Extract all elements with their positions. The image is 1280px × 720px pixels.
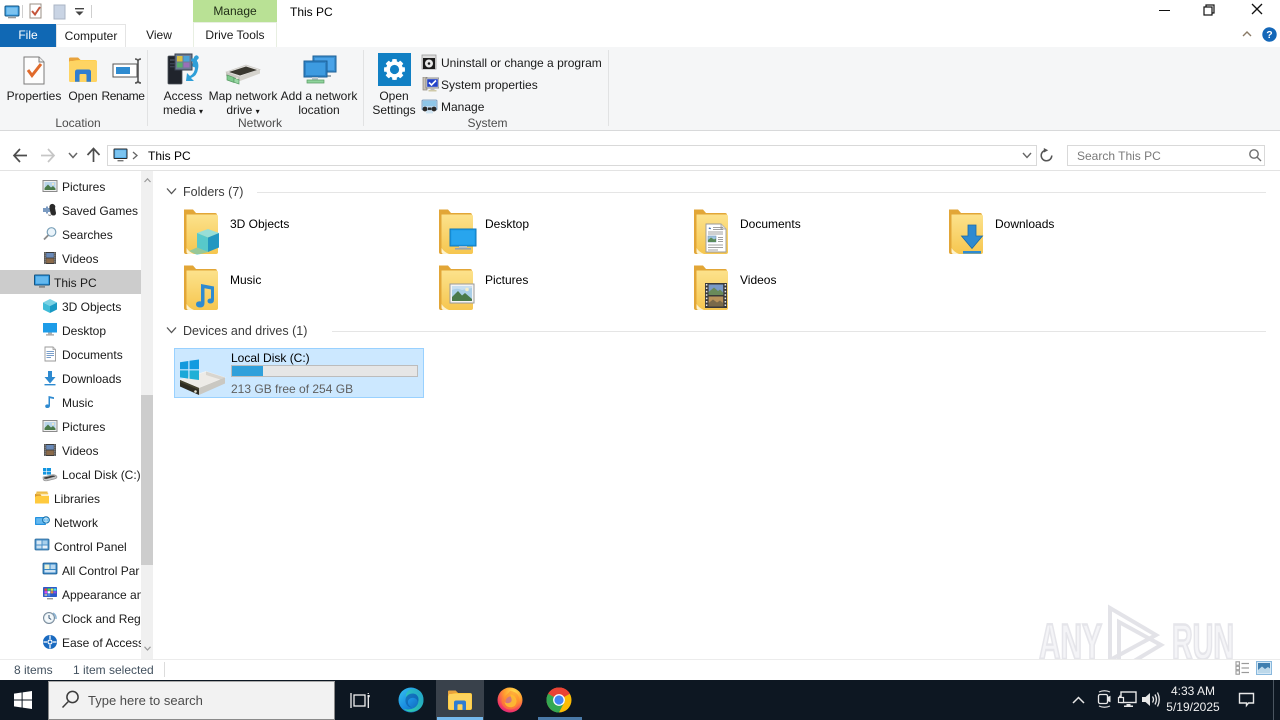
svg-text:?: ? [1266, 29, 1272, 41]
